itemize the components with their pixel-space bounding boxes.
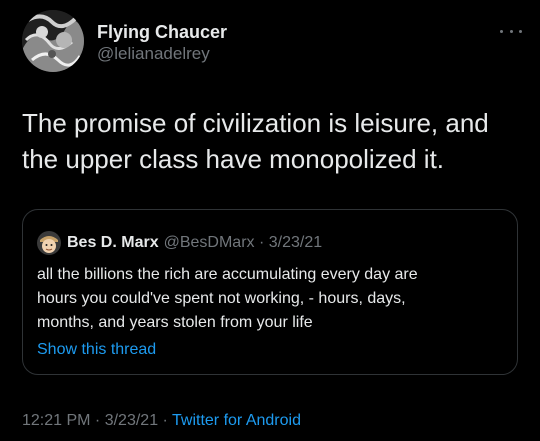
quoted-tweet-card[interactable]: Bes D. Marx @BesDMarx · 3/23/21 all the …	[22, 209, 518, 375]
ornate-illustration-icon	[22, 10, 84, 72]
quoted-author-display-name: Bes D. Marx	[67, 234, 159, 251]
author-avatar[interactable]	[22, 10, 84, 72]
author-handle[interactable]: @lelianadelrey	[97, 43, 227, 65]
quoted-author-meta: @BesDMarx · 3/23/21	[163, 234, 323, 251]
more-dot	[519, 29, 522, 33]
more-horizontal-icon[interactable]	[500, 26, 522, 36]
tweet-timestamp[interactable]: 12:21 PM · 3/23/21 ·	[22, 412, 172, 429]
tweet-footer: 12:21 PM · 3/23/21 · Twitter for Android	[22, 409, 301, 433]
more-dot	[509, 29, 513, 33]
show-thread-link[interactable]: Show this thread	[37, 338, 156, 362]
quoted-author-avatar	[37, 231, 61, 255]
tweet-card: Flying Chaucer @lelianadelrey The promis…	[0, 0, 540, 441]
tweet-client-link[interactable]: Twitter for Android	[172, 412, 301, 429]
author-name-block: Flying Chaucer @lelianadelrey	[97, 21, 227, 65]
quoted-tweet-text: all the billions the rich are accumulati…	[37, 263, 507, 335]
author-display-name[interactable]: Flying Chaucer	[97, 21, 227, 43]
tweet-header: Flying Chaucer @lelianadelrey	[22, 10, 522, 74]
cartoon-face-icon	[37, 231, 61, 255]
more-dot	[500, 29, 503, 33]
quoted-tweet-line: months, and years stolen from your life	[37, 314, 313, 331]
quoted-tweet-line: hours you could've spent not working, - …	[37, 290, 406, 307]
quoted-tweet-header: Bes D. Marx @BesDMarx · 3/23/21	[37, 230, 322, 256]
tweet-text: The promise of civilization is leisure, …	[22, 108, 489, 174]
quoted-tweet-line: all the billions the rich are accumulati…	[37, 266, 418, 283]
